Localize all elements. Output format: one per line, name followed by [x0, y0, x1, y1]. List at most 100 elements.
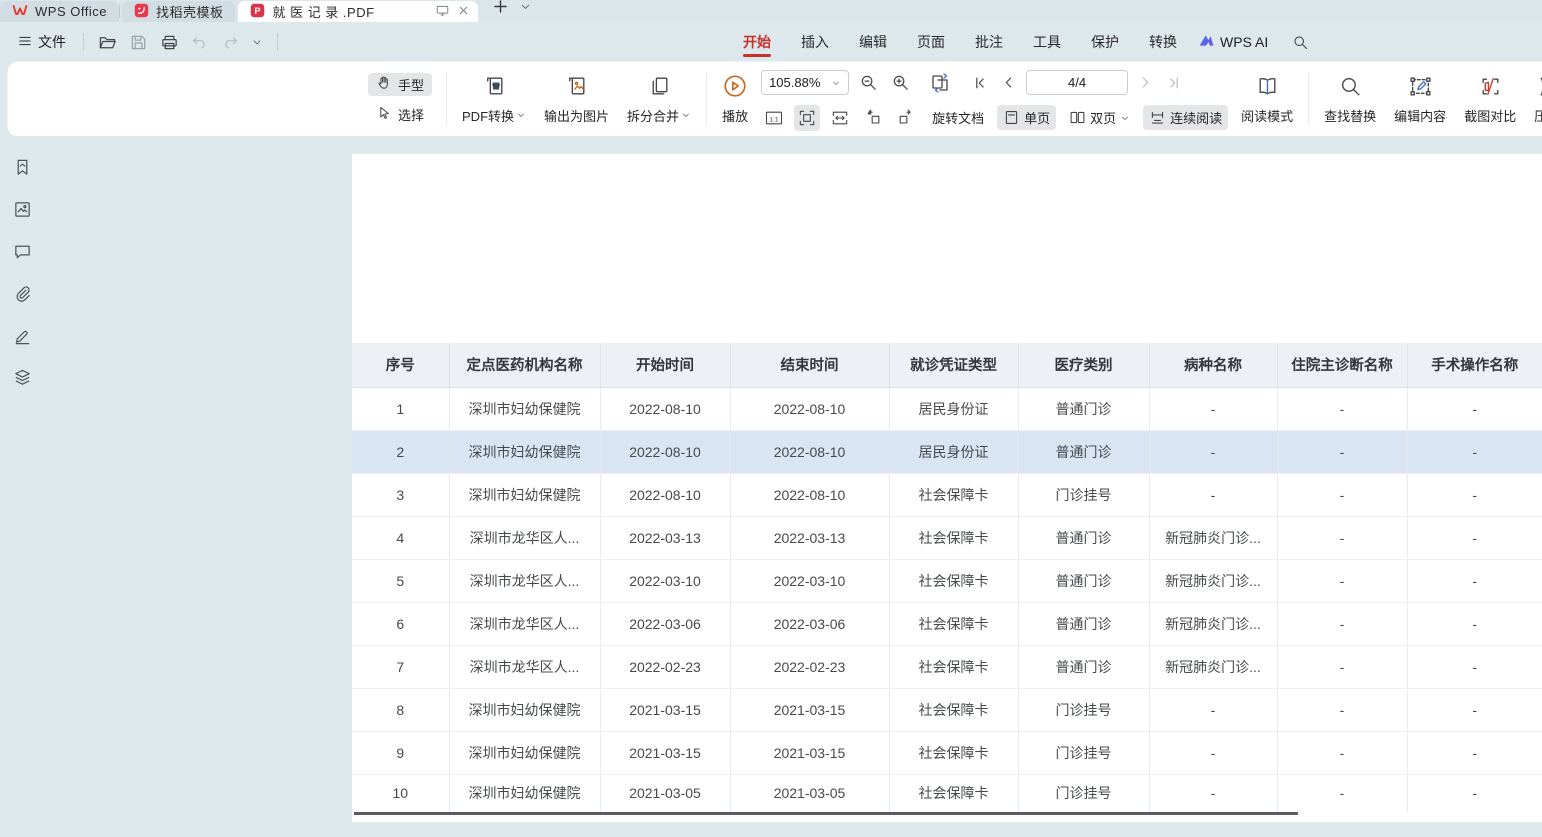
wps-pdf-window: WPS Office 找稻壳模板 P 就 医 记 录 .PDF	[0, 0, 1542, 837]
tab-list-chevron-icon[interactable]	[519, 0, 532, 18]
undo-icon[interactable]	[189, 31, 211, 53]
single-page-button[interactable]: 单页	[997, 105, 1056, 130]
actual-size-icon[interactable]: 1:1	[761, 105, 787, 131]
table-cell: 普通门诊	[1018, 387, 1149, 430]
edit-content-button[interactable]: 编辑内容	[1385, 74, 1455, 125]
read-mode-label: 阅读模式	[1241, 106, 1293, 125]
fit-page-icon[interactable]	[794, 105, 820, 131]
table-cell: 深圳市妇幼保健院	[449, 731, 600, 774]
new-tab-icon[interactable]	[492, 0, 509, 20]
screenshot-compare-button[interactable]: 截图对比	[1455, 74, 1525, 125]
table-cell: 2022-08-10	[600, 387, 730, 430]
thumbnail-icon[interactable]	[11, 198, 34, 221]
hand-tool-button[interactable]: 手型	[368, 73, 432, 96]
rotate-right-icon[interactable]	[893, 105, 919, 131]
table-cell: 2021-03-15	[730, 688, 889, 731]
table-cell: -	[1277, 645, 1407, 688]
continuous-read-label: 连续阅读	[1170, 108, 1222, 127]
table-body: 1深圳市妇幼保健院2022-08-102022-08-10居民身份证普通门诊--…	[352, 387, 1542, 812]
file-menu-button[interactable]: 文件	[12, 29, 71, 55]
menu-item[interactable]: 插入	[793, 26, 837, 58]
signature-pen-icon[interactable]	[11, 324, 34, 347]
double-page-button[interactable]: 双页	[1063, 105, 1136, 130]
redo-icon[interactable]	[219, 31, 241, 53]
print-icon[interactable]	[158, 31, 181, 54]
menu-item[interactable]: 开始	[735, 26, 779, 58]
play-button[interactable]: 播放	[713, 73, 757, 125]
compress-button[interactable]: 压缩	[1525, 74, 1542, 125]
undo-history-chevron-icon[interactable]	[249, 34, 265, 50]
bookmark-icon[interactable]	[11, 156, 34, 179]
open-folder-icon[interactable]	[96, 31, 119, 54]
next-page-icon[interactable]	[1135, 72, 1156, 93]
menu-item[interactable]: 编辑	[851, 26, 895, 58]
attachment-icon[interactable]	[11, 282, 34, 305]
table-cell: -	[1407, 774, 1542, 812]
page-number-input[interactable]: 4/4	[1026, 70, 1128, 95]
table-cell: 社会保障卡	[889, 473, 1018, 516]
pdf-convert-button[interactable]: W PDF转换	[453, 74, 535, 125]
last-page-icon[interactable]	[1163, 72, 1185, 94]
hamburger-icon	[17, 33, 33, 52]
svg-text:1:1: 1:1	[769, 116, 779, 123]
table-cell: -	[1149, 731, 1277, 774]
continuous-read-button[interactable]: 连续阅读	[1143, 105, 1228, 130]
table-cell: 2021-03-15	[730, 731, 889, 774]
find-replace-button[interactable]: 查找替换	[1315, 74, 1385, 125]
comment-icon[interactable]	[11, 240, 34, 263]
fit-width-icon[interactable]	[827, 105, 853, 131]
rotate-document-button[interactable]: 旋转文档	[926, 105, 990, 130]
docer-icon	[134, 3, 149, 21]
first-page-icon[interactable]	[969, 72, 991, 94]
table-cell: 2	[352, 430, 449, 473]
tab-wps-office[interactable]: WPS Office	[0, 1, 119, 22]
table-row: 3深圳市妇幼保健院2022-08-102022-08-10社会保障卡门诊挂号--…	[352, 473, 1542, 516]
table-cell: 2022-03-06	[600, 602, 730, 645]
menu-item[interactable]: 页面	[909, 26, 953, 58]
menu-search-icon[interactable]	[1286, 28, 1315, 57]
layers-icon[interactable]	[11, 366, 34, 389]
zoom-level-select[interactable]: 105.88%	[761, 70, 849, 95]
tab-document-pdf[interactable]: P 就 医 记 录 .PDF	[238, 1, 478, 22]
menu-items: 开始插入编辑页面批注工具保护转换	[735, 22, 1185, 62]
table-cell: -	[1407, 645, 1542, 688]
divider	[1308, 73, 1309, 125]
export-image-button[interactable]: 输出为图片	[535, 74, 618, 125]
pdf-convert-label: PDF转换	[462, 106, 514, 125]
table-cell: 2022-08-10	[730, 387, 889, 430]
table-cell: 居民身份证	[889, 387, 1018, 430]
menu-item[interactable]: 保护	[1083, 26, 1127, 58]
table-cell: 深圳市龙华区人...	[449, 645, 600, 688]
previous-page-icon[interactable]	[998, 72, 1019, 93]
save-icon[interactable]	[127, 31, 150, 54]
table-cell: -	[1407, 516, 1542, 559]
divider	[446, 73, 447, 125]
menu-item[interactable]: 批注	[967, 26, 1011, 58]
hand-tool-label: 手型	[398, 75, 424, 94]
table-header-cell: 就诊凭证类型	[889, 343, 1018, 387]
monitor-icon[interactable]	[435, 3, 450, 21]
split-merge-icon	[647, 74, 672, 102]
table-cell: 2022-02-23	[730, 645, 889, 688]
read-mode-button[interactable]: 阅读模式	[1232, 74, 1302, 125]
table-cell: 新冠肺炎门诊...	[1149, 559, 1277, 602]
zoom-in-icon[interactable]	[888, 70, 913, 95]
menu-item[interactable]: 转换	[1141, 26, 1185, 58]
table-cell: 普通门诊	[1018, 516, 1149, 559]
menu-bar: 文件 开始插入编辑页面批注工具保护转换	[0, 22, 1542, 62]
ribbon-toolbar: 手型 选择 W PDF转换	[8, 62, 1542, 136]
tab-docer-templates[interactable]: 找稻壳模板	[122, 1, 236, 22]
select-tool-button[interactable]: 选择	[368, 103, 432, 126]
menu-item[interactable]: 工具	[1025, 26, 1069, 58]
page-indicator-value: 4/4	[1068, 75, 1086, 90]
close-tab-icon[interactable]	[457, 4, 470, 20]
split-merge-button[interactable]: 拆分合并	[618, 74, 700, 125]
swap-pages-icon[interactable]	[926, 68, 956, 98]
rotate-left-icon[interactable]	[860, 105, 886, 131]
wps-ai-button[interactable]: WPS AI	[1194, 26, 1272, 58]
zoom-out-icon[interactable]	[856, 70, 881, 95]
single-page-label: 单页	[1024, 108, 1050, 127]
table-cell: -	[1277, 473, 1407, 516]
pdf-page: 序号定点医药机构名称开始时间结束时间就诊凭证类型医疗类别病种名称住院主诊断名称手…	[352, 154, 1542, 822]
table-cell: 2022-03-10	[600, 559, 730, 602]
